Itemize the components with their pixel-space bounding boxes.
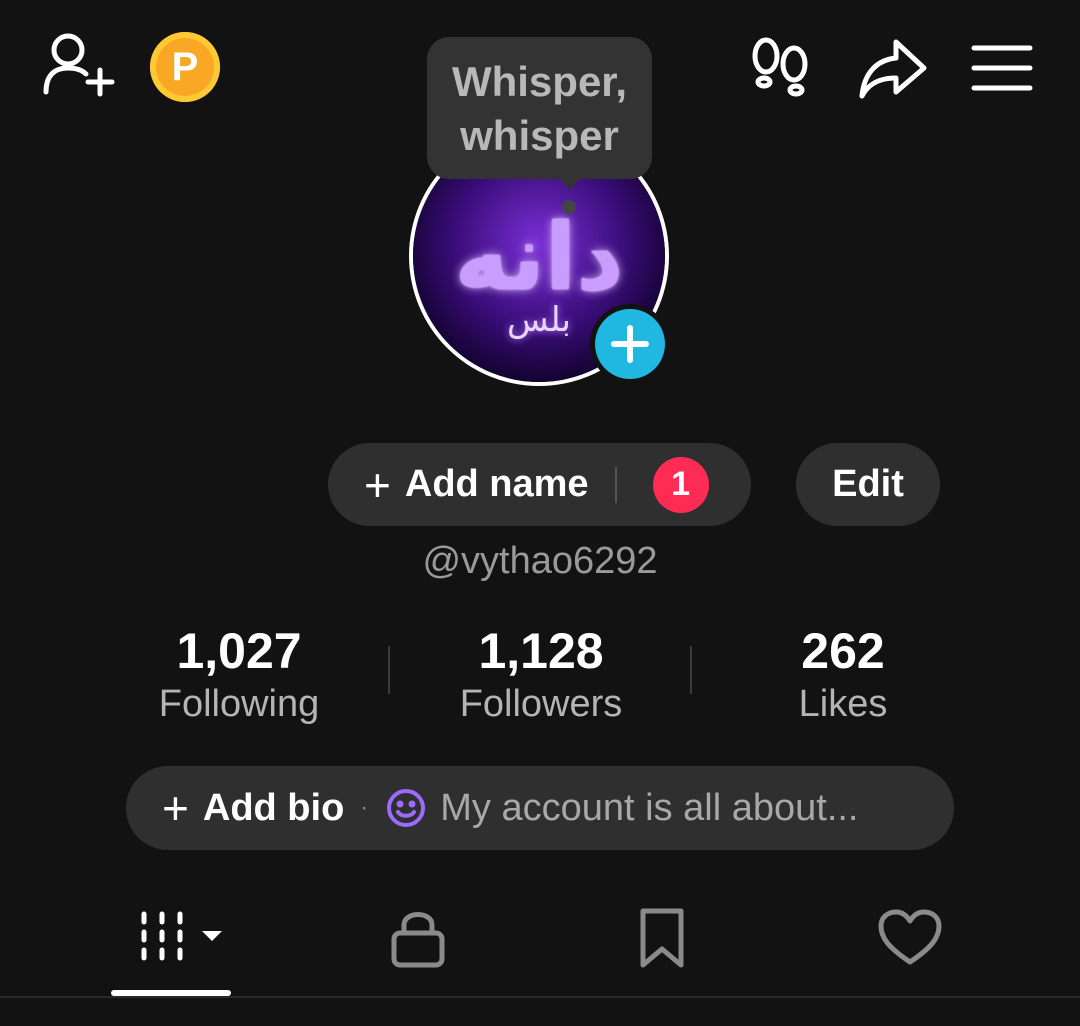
tooltip-line-2: whisper (460, 112, 619, 159)
add-friend-button[interactable] (38, 30, 118, 102)
heart-icon (878, 909, 942, 965)
plus-icon: + (162, 782, 189, 834)
menu-icon (971, 45, 1033, 91)
share-icon (859, 39, 927, 99)
stat-label: Likes (798, 683, 888, 725)
bookmark-icon (640, 908, 684, 968)
share-profile-button[interactable] (856, 34, 930, 104)
videos-grid-icon (141, 911, 222, 961)
stat-divider (690, 646, 692, 694)
plus-icon: + (364, 458, 391, 511)
lock-icon (391, 912, 445, 968)
stat-following[interactable]: 1,027 Following (89, 622, 389, 728)
stat-likes[interactable]: 262 Likes (693, 622, 993, 728)
stat-divider (388, 646, 390, 694)
stat-value: 262 (801, 623, 885, 679)
change-avatar-button[interactable] (590, 304, 670, 384)
tooltip-tail (556, 174, 584, 190)
tab-private[interactable] (370, 900, 466, 976)
plus-icon (611, 325, 649, 363)
coin-icon: P (171, 44, 199, 89)
tab-bar-divider (0, 996, 1080, 998)
footprint-icon (752, 37, 808, 97)
whisper-tooltip[interactable]: Whisper, whisper (427, 37, 652, 179)
avatar-logo-text: دانه (454, 204, 624, 311)
add-name-button[interactable]: + Add name 1 (328, 443, 751, 526)
stat-label: Followers (459, 683, 623, 725)
bio-placeholder: My account is all about... (440, 786, 859, 829)
stat-value: 1,128 (478, 623, 604, 679)
add-bio-label: Add bio (202, 786, 345, 829)
menu-button[interactable] (970, 40, 1034, 96)
stat-followers[interactable]: 1,128 Followers (391, 622, 691, 728)
stat-label: Following (158, 683, 320, 725)
tab-saved[interactable] (620, 900, 704, 976)
stat-value: 1,027 (176, 623, 302, 679)
smiley-icon (387, 789, 426, 827)
coin-button[interactable]: P (150, 32, 220, 102)
tab-videos[interactable] (110, 900, 234, 976)
tooltip-anchor-dot (562, 200, 576, 214)
add-name-label: Add name (404, 463, 589, 505)
add-bio-button[interactable]: + Add bio · My account is all about... (126, 766, 954, 850)
notification-badge: 1 (652, 456, 709, 513)
username: @vythao6292 (422, 540, 658, 582)
edit-profile-button[interactable]: Edit (796, 443, 940, 526)
add-friend-icon (43, 33, 115, 97)
profile-views-button[interactable] (748, 34, 814, 100)
tab-liked[interactable] (868, 900, 952, 976)
bio-separator: · (360, 794, 369, 821)
divider (614, 466, 617, 503)
tooltip-line-1: Whisper, (451, 58, 628, 105)
